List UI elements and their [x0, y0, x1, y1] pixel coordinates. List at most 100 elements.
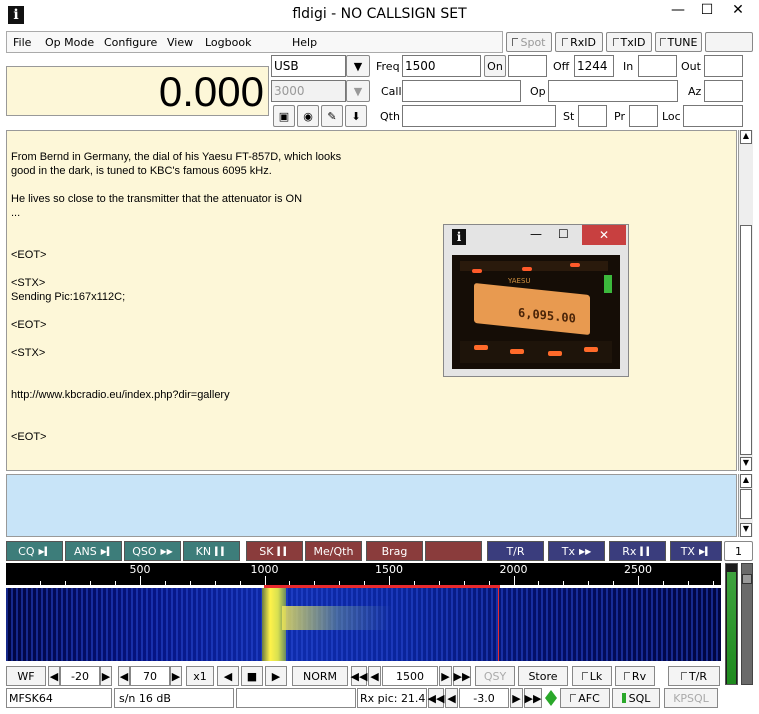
rxid-toggle[interactable]: RxID	[555, 32, 603, 52]
freq-down-icon[interactable]: ◀	[368, 666, 381, 686]
kpsql-toggle[interactable]: KPSQL	[664, 688, 718, 708]
macro-button-7[interactable]: Brag	[366, 541, 423, 561]
afc-toggle[interactable]: AFC	[560, 688, 610, 708]
wf-mode-button[interactable]: WF	[6, 666, 46, 686]
globe-icon[interactable]: ◉	[297, 105, 319, 127]
macro-button-11[interactable]: Rx ▍▍	[609, 541, 666, 561]
receive-scrollbar[interactable]: ▲ ▼	[738, 130, 753, 471]
ref-level-value[interactable]: -20	[60, 666, 100, 686]
tx-scroll-up-icon[interactable]: ▲	[740, 474, 752, 488]
broom-icon[interactable]: ✎	[321, 105, 343, 127]
loc-input[interactable]	[683, 105, 743, 127]
status-mode[interactable]: MFSK64	[6, 688, 112, 708]
reverse-toggle[interactable]: Rv	[615, 666, 655, 686]
waterfall-display[interactable]	[6, 588, 721, 661]
macro-button-8[interactable]	[425, 541, 482, 561]
pr-input[interactable]	[629, 105, 658, 127]
macro-button-9[interactable]: T/R	[487, 541, 544, 561]
frequency-display[interactable]: 0.000	[6, 66, 269, 116]
menu-op-mode[interactable]: Op Mode	[45, 36, 94, 49]
menu-view[interactable]: View	[167, 36, 193, 49]
zoom-button[interactable]: x1	[186, 666, 214, 686]
menu-logbook[interactable]: Logbook	[205, 36, 251, 49]
bandwidth-dropdown-icon[interactable]: ▼	[346, 80, 370, 102]
transmit-scrollbar[interactable]: ▲ ▼	[738, 474, 753, 537]
qsy-button[interactable]: QSY	[475, 666, 515, 686]
macro-button-5[interactable]: SK ▍▍	[246, 541, 303, 561]
picture-minimize-icon[interactable]: —	[530, 227, 542, 241]
off-label: Off	[553, 60, 570, 73]
save-log-icon[interactable]: ⬇	[345, 105, 367, 127]
out-input[interactable]	[704, 55, 743, 77]
frequency-scale[interactable]: 500 1000 1500 2000 2500	[6, 563, 721, 585]
mode-select[interactable]: USB	[271, 55, 346, 77]
range-down-icon[interactable]: ◀	[118, 666, 130, 686]
squelch-slider[interactable]	[741, 563, 753, 685]
macro-button-2[interactable]: ANS ▶▍	[65, 541, 122, 561]
macro-button-3[interactable]: QSO ▶▶	[124, 541, 181, 561]
qth-input[interactable]	[402, 105, 556, 127]
freq-input[interactable]: 1500	[402, 55, 481, 77]
lock-toggle[interactable]: Lk	[572, 666, 612, 686]
received-image: YAESU 6,095.00	[452, 255, 620, 369]
ref-down-icon[interactable]: ◀	[48, 666, 60, 686]
scroll-up-icon[interactable]: ▲	[740, 130, 752, 144]
off-input[interactable]: 1244	[574, 55, 614, 77]
minimize-icon[interactable]: —	[664, 0, 692, 22]
range-value[interactable]: 70	[130, 666, 170, 686]
txid-toggle[interactable]: TxID	[606, 32, 652, 52]
macro-button-10[interactable]: Tx ▶▶	[548, 541, 605, 561]
on-label[interactable]: On	[484, 55, 506, 77]
bandwidth-select[interactable]: 3000	[271, 80, 346, 102]
range-up-icon[interactable]: ▶	[170, 666, 182, 686]
macro-button-4[interactable]: KN ▍▍	[183, 541, 240, 561]
tune-toggle[interactable]: TUNE	[655, 32, 702, 52]
call-input[interactable]	[402, 80, 521, 102]
st-input[interactable]	[578, 105, 607, 127]
freq-up-icon[interactable]: ▶	[439, 666, 452, 686]
spot-toggle[interactable]: Spot	[506, 32, 552, 52]
tx-scroll-down-icon[interactable]: ▼	[740, 523, 752, 537]
rewind-icon[interactable]: ◀	[217, 666, 239, 686]
waterfall-freq-value[interactable]: 1500	[382, 666, 438, 686]
imd-up-icon[interactable]: ▶	[510, 688, 523, 708]
pause-icon[interactable]: ■	[241, 666, 263, 686]
picture-window[interactable]: i — ☐ ✕ YAESU 6,095.00	[443, 224, 629, 377]
az-input[interactable]	[704, 80, 743, 102]
ref-up-icon[interactable]: ▶	[100, 666, 112, 686]
receive-text-line: <EOT>	[11, 431, 47, 443]
freq-fast-up-icon[interactable]: ▶▶	[453, 666, 471, 686]
macro-label: SK	[259, 544, 274, 558]
sql-toggle[interactable]: SQL	[612, 688, 660, 708]
macro-button-12[interactable]: TX ▶▍	[670, 541, 722, 561]
mode-dropdown-icon[interactable]: ▼	[346, 55, 370, 77]
imd-value[interactable]: -3.0	[459, 688, 509, 708]
macro-button-1[interactable]: CQ ▶▍	[6, 541, 63, 561]
maximize-icon[interactable]: ☐	[693, 0, 721, 22]
freq-fast-down-icon[interactable]: ◀◀	[351, 666, 367, 686]
picture-close-icon[interactable]: ✕	[582, 225, 626, 245]
menu-configure[interactable]: Configure	[104, 36, 157, 49]
menu-help[interactable]: Help	[292, 36, 317, 49]
imd-fast-down-icon[interactable]: ◀◀	[428, 688, 444, 708]
imd-down-icon[interactable]: ◀	[445, 688, 458, 708]
forward-icon[interactable]: ▶	[265, 666, 287, 686]
close-icon[interactable]: ✕	[723, 0, 753, 22]
menu-file[interactable]: File	[13, 36, 31, 49]
tr-toggle[interactable]: T/R	[668, 666, 720, 686]
op-input[interactable]	[548, 80, 678, 102]
tx-scroll-thumb[interactable]	[740, 489, 752, 519]
blank-toggle[interactable]	[705, 32, 753, 52]
imd-fast-up-icon[interactable]: ▶▶	[524, 688, 542, 708]
scroll-down-icon[interactable]: ▼	[740, 457, 752, 471]
macro-set-number[interactable]: 1	[724, 541, 753, 561]
speed-button[interactable]: NORM	[292, 666, 348, 686]
on-input[interactable]	[508, 55, 547, 77]
macro-button-6[interactable]: Me/Qth	[305, 541, 362, 561]
scroll-thumb[interactable]	[740, 225, 752, 455]
transmit-text-panel[interactable]	[6, 474, 737, 537]
store-button[interactable]: Store	[518, 666, 568, 686]
log-icon[interactable]: ▣	[273, 105, 295, 127]
picture-maximize-icon[interactable]: ☐	[558, 227, 569, 241]
in-input[interactable]	[638, 55, 677, 77]
